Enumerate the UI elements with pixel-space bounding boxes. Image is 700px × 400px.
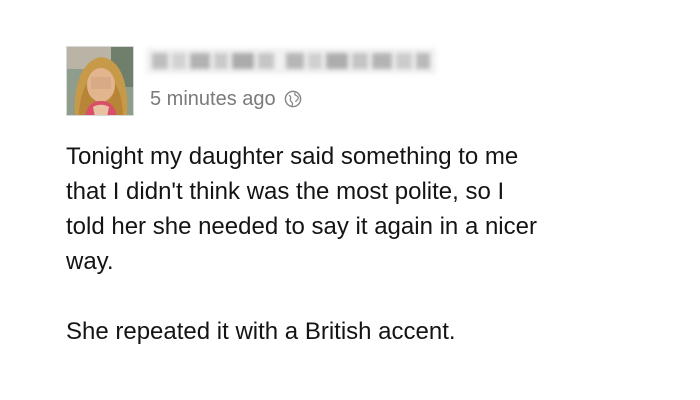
avatar-photo	[67, 47, 133, 115]
post-timestamp[interactable]: 5 minutes ago	[150, 88, 276, 111]
message-line: that I didn't think was the most polite,…	[66, 178, 505, 205]
author-name-redacted[interactable]	[146, 44, 436, 78]
avatar[interactable]	[66, 46, 134, 116]
message-line: told her she needed to say it again in a…	[66, 213, 537, 240]
post-meta: 5 minutes ago	[150, 86, 302, 112]
status-post: 5 minutes ago Tonight my daughter said s…	[0, 0, 700, 400]
post-message: Tonight my daughter said something to me…	[66, 139, 686, 349]
message-line: She repeated it with a British accent.	[66, 318, 456, 345]
globe-icon[interactable]	[284, 90, 302, 108]
message-line: way.	[66, 248, 114, 275]
message-line: Tonight my daughter said something to me	[66, 143, 519, 170]
